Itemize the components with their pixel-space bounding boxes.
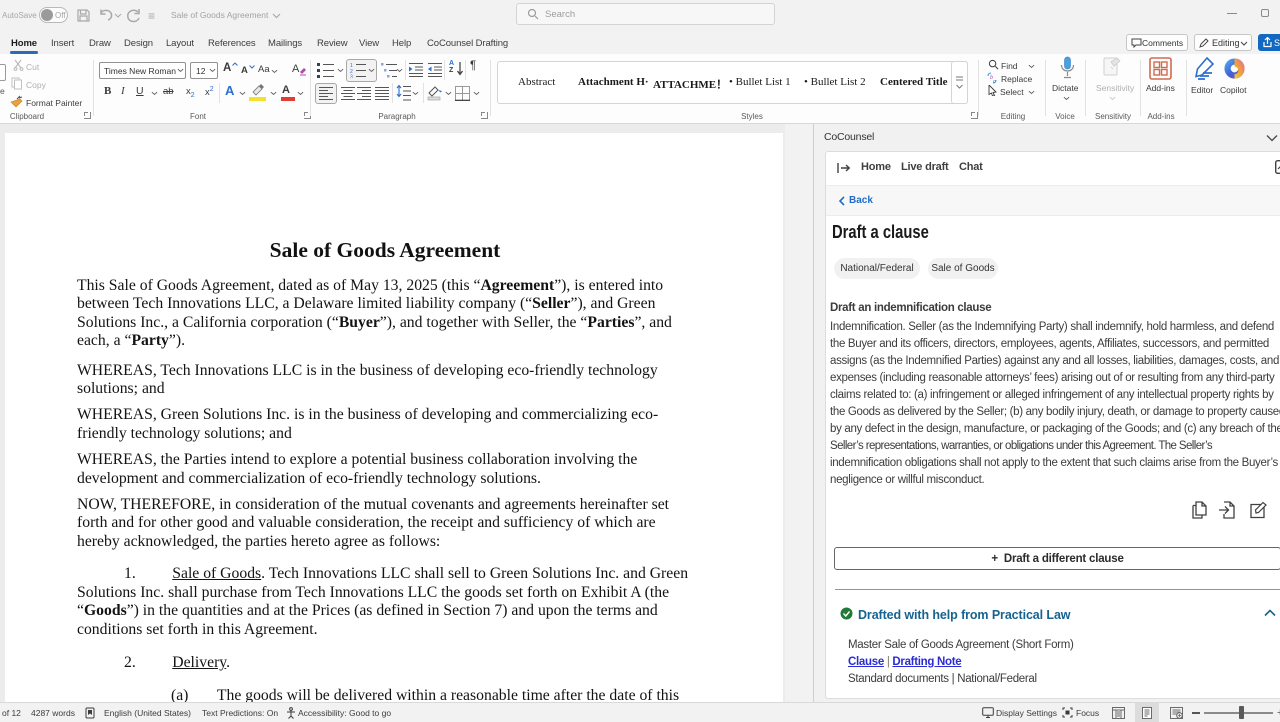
- svg-text:c: c: [993, 79, 996, 84]
- svg-text:3: 3: [350, 75, 353, 79]
